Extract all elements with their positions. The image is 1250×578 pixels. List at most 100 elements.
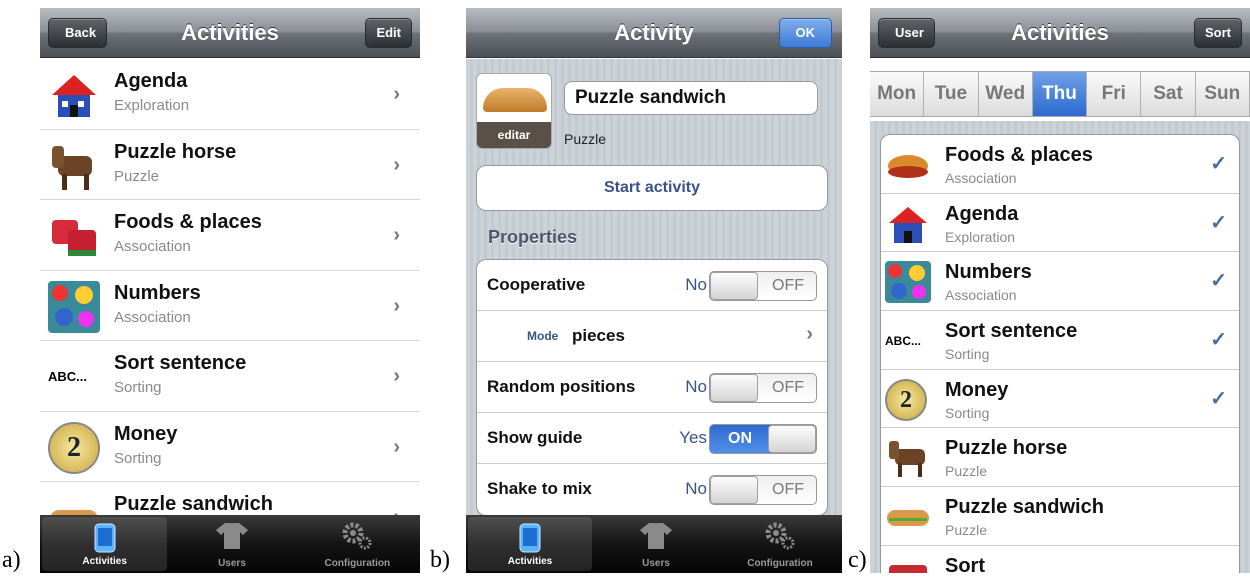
item-title: Puzzle horse — [114, 140, 237, 163]
item-title: Numbers — [114, 281, 201, 304]
list-item[interactable]: Foods & places Association ✓ — [881, 135, 1239, 194]
screen-weekly-activities: User Activities Sort Mon Tue Wed Thu Fri… — [870, 8, 1250, 573]
list-item[interactable]: Numbers Association › — [40, 270, 420, 341]
cooperative-toggle[interactable]: OFF — [709, 271, 817, 301]
page-title: Activities — [181, 20, 279, 45]
ok-button[interactable]: OK — [778, 18, 832, 48]
item-subtitle: Association — [114, 238, 191, 255]
toggle-state: OFF — [772, 481, 804, 498]
section-title: Properties — [488, 227, 578, 247]
food-icon — [888, 155, 928, 178]
item-subtitle: Association — [945, 287, 1017, 304]
chevron-right-icon: › — [393, 435, 400, 458]
tab-label: Configuration — [324, 558, 391, 569]
item-title: Sort — [945, 554, 985, 573]
list-item[interactable]: Puzzle sandwich Puzzle — [881, 487, 1239, 546]
coin-icon: 2 — [48, 421, 100, 474]
item-title: Puzzle sandwich — [114, 493, 273, 515]
list-item[interactable]: ABC... Sort sentence Sorting ✓ — [881, 311, 1239, 370]
tab-configuration[interactable]: Configuration — [295, 515, 420, 573]
item-subtitle: Puzzle — [945, 522, 988, 539]
tab-configuration[interactable]: Configuration — [718, 515, 842, 573]
toggle-state: OFF — [772, 277, 804, 294]
numbers-icon — [48, 280, 100, 333]
day-mon[interactable]: Mon — [870, 72, 925, 116]
show-guide-toggle[interactable]: ON — [709, 424, 817, 454]
activity-type: Puzzle — [564, 131, 607, 147]
shirt-icon — [215, 523, 248, 549]
sandwich-icon — [483, 88, 547, 112]
list-item[interactable]: Sort — [881, 546, 1239, 573]
day-wed[interactable]: Wed — [978, 72, 1033, 116]
item-title: Sort sentence — [114, 352, 247, 374]
list-item[interactable]: 2 Money Sorting ✓ — [881, 370, 1239, 429]
activity-list: Agenda Exploration › Puzzle horse Puzzle… — [40, 59, 420, 553]
list-item[interactable]: Agenda Exploration › — [40, 59, 420, 130]
start-activity-button[interactable]: Start activity — [476, 165, 828, 211]
day-thu[interactable]: Thu — [1032, 72, 1088, 116]
toggle-knob — [710, 476, 758, 504]
activity-image[interactable]: editar — [476, 73, 552, 149]
edit-button[interactable]: Edit — [365, 18, 412, 48]
tab-label: Users — [218, 558, 246, 569]
sandwich-icon — [887, 510, 929, 527]
property-shake-to-mix: Shake to mix No OFF — [477, 464, 827, 515]
day-sat[interactable]: Sat — [1141, 72, 1196, 116]
tab-label: Configuration — [747, 558, 813, 569]
horse-icon — [52, 145, 92, 190]
panel-label-a: a) — [2, 547, 21, 573]
toggle-knob — [768, 425, 816, 453]
tab-activities[interactable]: Activities — [468, 517, 592, 571]
screen-activities-list: Back Activities Edit Agenda Exploration … — [40, 8, 420, 573]
activity-name-field[interactable]: Puzzle sandwich — [564, 81, 818, 115]
sort-button[interactable]: Sort — [1194, 18, 1242, 48]
horse-icon — [889, 441, 925, 478]
chevron-right-icon: › — [806, 323, 813, 345]
list-item[interactable]: Numbers Association ✓ — [881, 252, 1239, 312]
property-mode[interactable]: Mode pieces › — [477, 311, 827, 362]
list-item[interactable]: Puzzle horse Puzzle — [881, 428, 1239, 488]
day-fri[interactable]: Fri — [1087, 72, 1142, 116]
item-title: Puzzle horse — [945, 437, 1068, 460]
property-value: No — [685, 479, 707, 498]
property-show-guide: Show guide Yes ON — [477, 413, 827, 464]
toggle-state: ON — [728, 430, 752, 447]
item-title: Numbers — [945, 261, 1032, 284]
navbar: Back Activities Edit — [40, 8, 420, 58]
gears-icon — [342, 522, 372, 550]
checkmark-icon: ✓ — [1210, 329, 1227, 352]
checkmark-icon: ✓ — [1210, 153, 1227, 175]
tab-users[interactable]: Users — [594, 515, 718, 573]
property-value: No — [685, 377, 707, 396]
numbers-icon — [885, 261, 931, 304]
navbar: User Activities Sort — [870, 8, 1250, 58]
list-item[interactable]: 2 Money Sorting › — [40, 411, 420, 482]
sort-icon — [889, 564, 927, 573]
list-item[interactable]: Puzzle horse Puzzle › — [40, 129, 420, 200]
chevron-right-icon: › — [393, 153, 400, 176]
chevron-right-icon: › — [393, 365, 400, 387]
panel-label-c: c) — [848, 547, 867, 573]
item-title: Agenda — [945, 202, 1019, 225]
day-tue[interactable]: Tue — [924, 72, 979, 116]
navbar: Activity OK — [466, 8, 842, 58]
item-title: Sort sentence — [945, 320, 1078, 343]
item-subtitle: Association — [945, 170, 1017, 186]
tab-activities[interactable]: Activities — [42, 517, 168, 571]
list-item[interactable]: Foods & places Association › — [40, 200, 420, 271]
list-item[interactable]: Agenda Exploration ✓ — [881, 194, 1239, 253]
shake-to-mix-toggle[interactable]: OFF — [709, 475, 817, 505]
abc-icon: ABC... — [885, 334, 921, 349]
phone-icon — [519, 523, 541, 553]
properties-group: Cooperative No OFF Mode pieces › Random … — [476, 259, 828, 516]
property-value: No — [685, 275, 707, 294]
item-subtitle: Puzzle — [945, 463, 988, 480]
random-positions-toggle[interactable]: OFF — [709, 373, 817, 403]
day-sun[interactable]: Sun — [1195, 72, 1250, 116]
list-item[interactable]: ABC... Sort sentence Sorting › — [40, 341, 420, 412]
item-title: Money — [945, 378, 1009, 401]
tab-label: Users — [642, 558, 670, 569]
house-icon — [889, 206, 927, 243]
tab-users[interactable]: Users — [169, 515, 294, 573]
property-label: Shake to mix — [487, 479, 592, 498]
